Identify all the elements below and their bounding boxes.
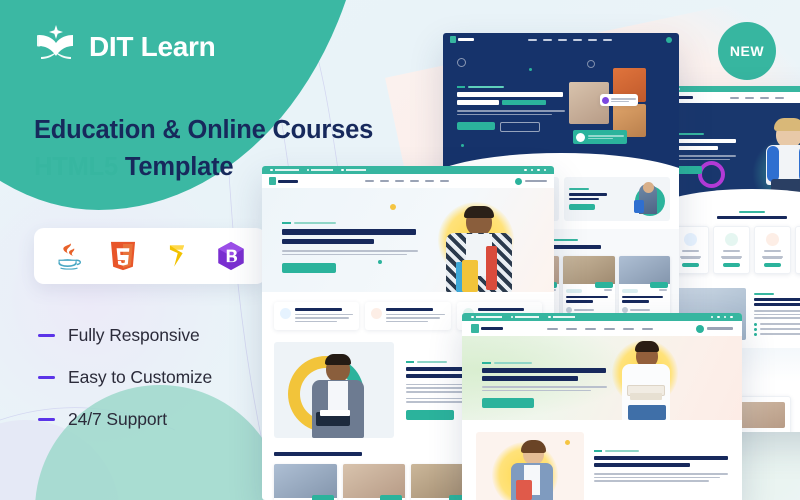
mock-navbar[interactable]	[462, 321, 742, 336]
dash-icon	[38, 376, 55, 379]
mock-hero-lifelong	[462, 336, 742, 420]
mock-hero-kindergarten	[662, 103, 800, 203]
course-card[interactable]	[618, 256, 670, 317]
tech-stack-card	[34, 228, 266, 284]
headline-rest: Template	[118, 152, 234, 181]
feature-item-fully-responsive: Fully Responsive	[38, 325, 212, 346]
headline-accent: HTML5	[34, 152, 118, 181]
mock-navbar[interactable]	[443, 33, 679, 46]
feature-list: Fully Responsive Easy to Customize 24/7 …	[38, 325, 212, 451]
new-badge: NEW	[718, 22, 776, 80]
course-card[interactable]	[563, 256, 615, 317]
new-badge-label: NEW	[729, 43, 765, 59]
mock-topbar	[262, 166, 554, 174]
poster-canvas: DIT Learn NEW Education & Online Courses…	[0, 0, 800, 500]
mock-topbar	[462, 313, 742, 321]
feature-item-support: 24/7 Support	[38, 409, 212, 430]
bootstrap-icon	[214, 239, 248, 273]
mock-hero-copy	[457, 86, 565, 133]
brand-name: DIT Learn	[89, 30, 216, 62]
feature-label: Fully Responsive	[68, 325, 200, 345]
open-book-sparkle-icon	[34, 22, 78, 71]
html5-icon	[106, 239, 140, 273]
mock-welcome-kindergarten	[662, 203, 800, 280]
mockup-lifelong-learning[interactable]	[462, 313, 742, 500]
dash-icon	[38, 334, 55, 337]
jquery-icon	[160, 239, 194, 273]
brand-lockup: DIT Learn	[34, 22, 216, 71]
feature-label: Easy to Customize	[68, 367, 213, 387]
course-card[interactable]	[342, 464, 405, 500]
feature-label: 24/7 Support	[68, 409, 168, 429]
mock-navbar[interactable]	[262, 174, 554, 188]
mock-about-section	[462, 420, 742, 500]
headline-line-1: Education & Online Courses	[34, 116, 374, 144]
course-card[interactable]	[274, 464, 337, 500]
mock-hero-copy	[282, 222, 418, 274]
dash-icon	[38, 418, 55, 421]
feature-item-easy-to-customize: Easy to Customize	[38, 367, 212, 388]
mock-hero-intercultural	[262, 188, 554, 292]
java-icon	[52, 239, 86, 273]
mock-navbar[interactable]	[662, 92, 800, 103]
mock-hero-dark	[443, 46, 679, 169]
mock-hero-label	[674, 133, 736, 175]
mock-hero-copy	[482, 362, 612, 409]
